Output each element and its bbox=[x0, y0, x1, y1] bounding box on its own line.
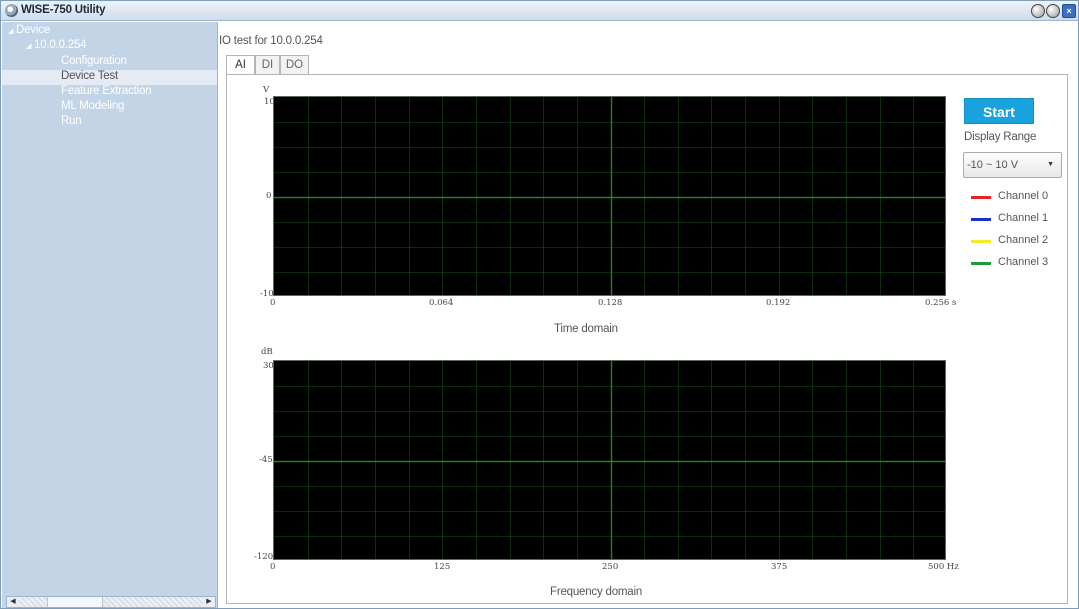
horizontal-scrollbar[interactable]: ◀ ▶ bbox=[6, 596, 216, 608]
tree-item-device[interactable]: ◢ Device bbox=[8, 24, 50, 36]
display-range-select[interactable]: -10 ~ 10 V ▼ bbox=[963, 152, 1062, 178]
tree-item-configuration[interactable]: Configuration bbox=[61, 55, 127, 67]
tree-item-label: Configuration bbox=[61, 55, 127, 67]
app-logo-icon bbox=[5, 4, 18, 17]
tree-item-label: Run bbox=[61, 115, 82, 127]
time-x-tick: 0.256 s bbox=[925, 298, 957, 308]
app-window: WISE-750 Utility × ◢ Device ◢ 10.0.0.254 C… bbox=[0, 0, 1079, 609]
title-bar: WISE-750 Utility × bbox=[1, 1, 1078, 21]
close-button[interactable]: × bbox=[1062, 4, 1076, 18]
legend-label: Channel 1 bbox=[998, 212, 1049, 224]
freq-x-tick: 500 Hz bbox=[928, 562, 959, 572]
freq-y-tick: -45 bbox=[259, 455, 273, 465]
page-title: IO test for 10.0.0.254 bbox=[219, 35, 323, 47]
legend-swatch bbox=[971, 218, 991, 221]
legend-label: Channel 3 bbox=[998, 256, 1049, 268]
legend-swatch bbox=[971, 196, 991, 199]
tab-di[interactable]: DI bbox=[255, 55, 280, 74]
tree-item-feature-extraction[interactable]: Feature Extraction bbox=[61, 85, 152, 97]
freq-x-tick: 125 bbox=[434, 562, 451, 572]
time-domain-plot bbox=[273, 96, 946, 296]
tab-do[interactable]: DO bbox=[280, 55, 309, 74]
start-button[interactable]: Start bbox=[964, 98, 1034, 124]
time-x-tick: 0.128 bbox=[598, 298, 623, 308]
scroll-left-icon[interactable]: ◀ bbox=[7, 597, 19, 607]
time-domain-caption: Time domain bbox=[554, 323, 618, 335]
tree-item-run[interactable]: Run bbox=[61, 115, 82, 127]
freq-plot-grid bbox=[274, 361, 945, 559]
freq-y-unit: dB bbox=[261, 347, 273, 357]
dropdown-arrow-icon: ▼ bbox=[1047, 161, 1054, 168]
legend-swatch bbox=[971, 240, 991, 243]
maximize-button[interactable] bbox=[1046, 4, 1060, 18]
time-x-tick: 0.064 bbox=[429, 298, 454, 308]
tree-item-ml-modeling[interactable]: ML Modeling bbox=[61, 100, 124, 112]
scrollbar-thumb[interactable] bbox=[47, 597, 103, 607]
legend-label: Channel 2 bbox=[998, 234, 1049, 246]
navigation-tree: ◢ Device ◢ 10.0.0.254 Configuration Device… bbox=[2, 22, 218, 608]
tree-item-label: ML Modeling bbox=[61, 100, 125, 112]
display-range-label: Display Range bbox=[964, 131, 1037, 143]
tree-item-device-test[interactable]: Device Test bbox=[2, 70, 217, 85]
tree-item-device-ip[interactable]: ◢ 10.0.0.254 bbox=[26, 39, 87, 51]
collapse-caret-icon[interactable]: ◢ bbox=[26, 42, 34, 50]
freq-x-tick: 375 bbox=[771, 562, 788, 572]
scroll-right-icon[interactable]: ▶ bbox=[203, 597, 215, 607]
legend-swatch bbox=[971, 262, 991, 265]
tree-item-label: Device bbox=[16, 24, 50, 36]
minimize-button[interactable] bbox=[1031, 4, 1045, 18]
freq-x-tick: 0 bbox=[270, 562, 276, 572]
frequency-domain-caption: Frequency domain bbox=[550, 586, 643, 598]
display-range-value: -10 ~ 10 V bbox=[967, 159, 1019, 171]
tree-item-label: Feature Extraction bbox=[61, 85, 152, 97]
time-plot-grid bbox=[274, 97, 945, 295]
freq-x-tick: 250 bbox=[602, 562, 619, 572]
time-y-unit: V bbox=[263, 85, 270, 95]
collapse-caret-icon[interactable]: ◢ bbox=[8, 27, 16, 35]
tree-item-label: Device Test bbox=[61, 70, 119, 82]
frequency-domain-plot bbox=[273, 360, 946, 560]
window-title: WISE-750 Utility bbox=[21, 4, 106, 16]
legend-label: Channel 0 bbox=[998, 190, 1049, 202]
tab-ai[interactable]: AI bbox=[226, 55, 255, 75]
time-x-tick: 0 bbox=[270, 298, 276, 308]
freq-y-tick: -120 bbox=[254, 552, 274, 562]
time-y-tick: 0 bbox=[266, 191, 272, 201]
time-x-tick: 0.192 bbox=[766, 298, 791, 308]
tree-item-label: 10.0.0.254 bbox=[34, 39, 87, 51]
